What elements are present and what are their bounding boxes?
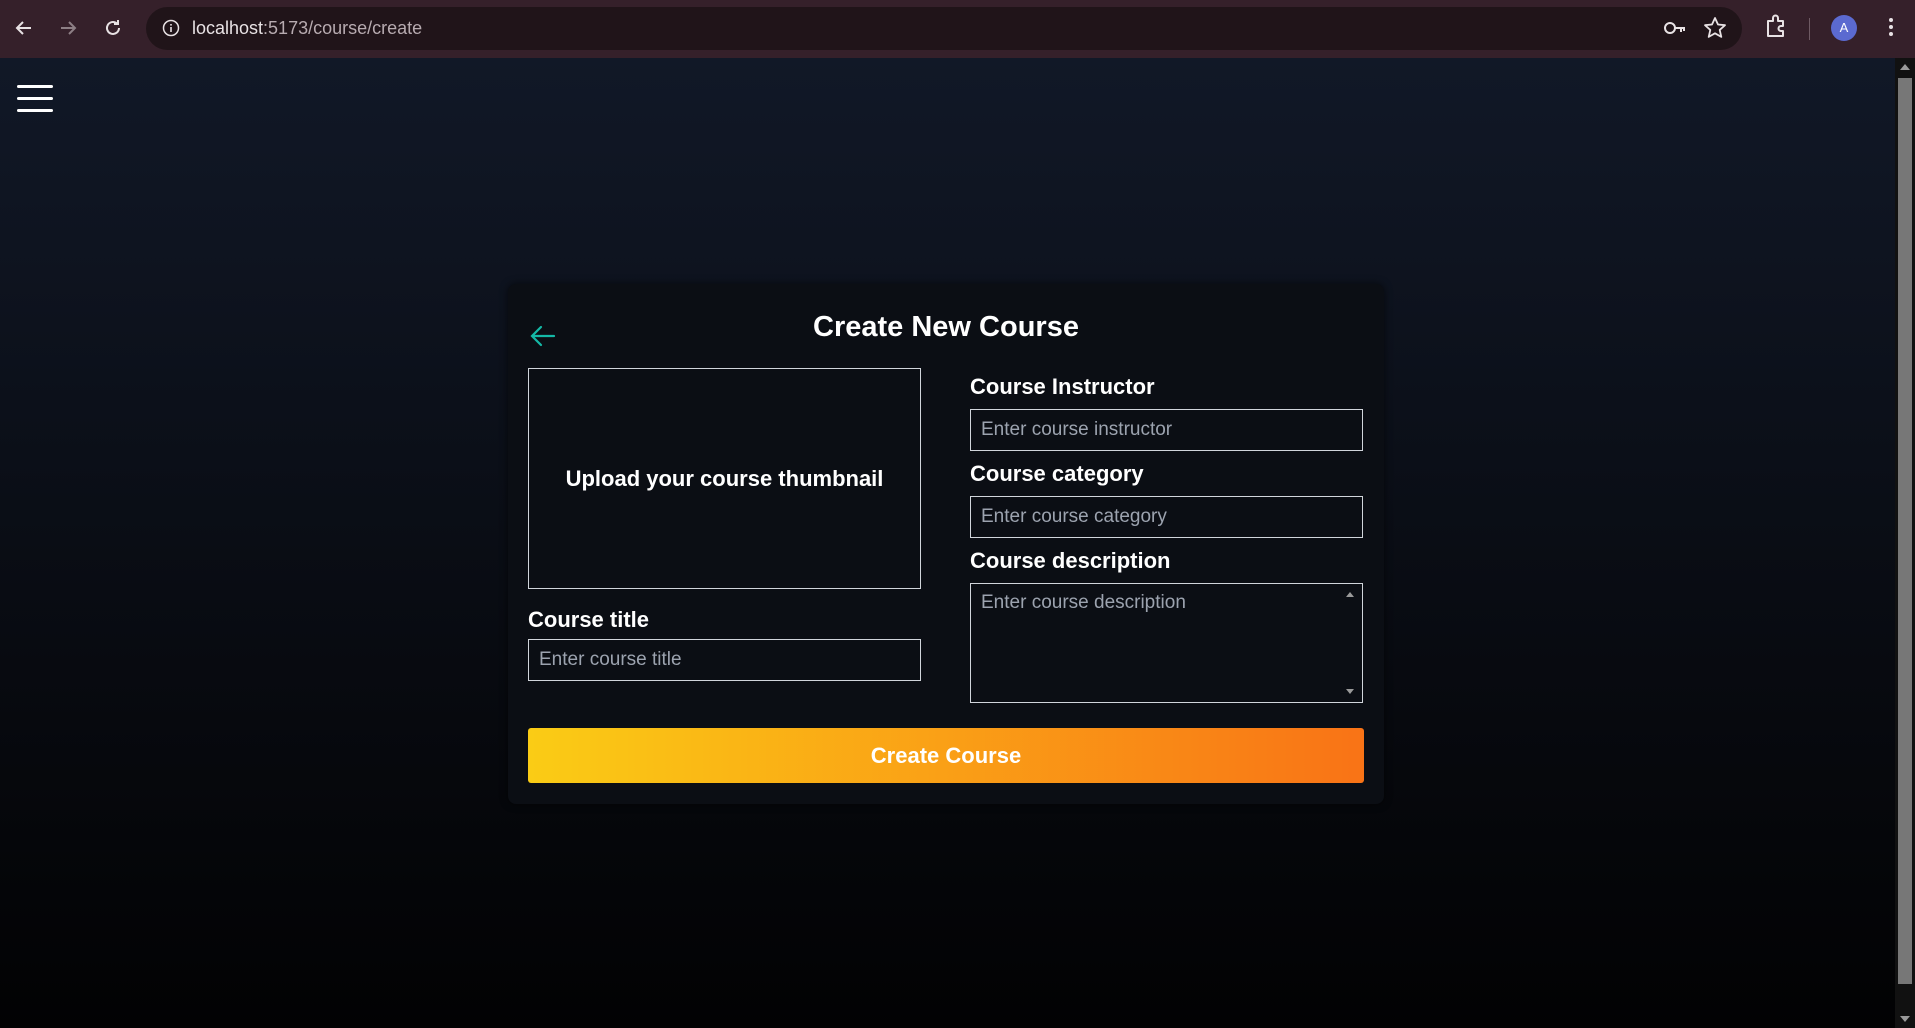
site-info-button[interactable]	[156, 13, 186, 43]
password-key-button[interactable]	[1662, 15, 1688, 41]
course-instructor-label: Course Instructor	[970, 374, 1155, 399]
course-category-label: Course category	[970, 461, 1144, 486]
url-path: :5173/course/create	[263, 18, 423, 38]
create-course-button[interactable]: Create Course	[528, 728, 1364, 783]
course-instructor-input[interactable]	[970, 409, 1363, 451]
thumbnail-upload-label: Upload your course thumbnail	[565, 465, 884, 491]
key-icon	[1664, 22, 1685, 34]
scroll-down-icon[interactable]	[1900, 1016, 1910, 1022]
page-viewport: Create New Course Upload your course thu…	[0, 58, 1895, 1028]
create-course-card: Create New Course Upload your course thu…	[508, 284, 1384, 804]
thumbnail-upload[interactable]: Upload your course thumbnail	[528, 368, 921, 589]
reload-icon	[106, 20, 120, 35]
arrow-left-icon	[15, 21, 31, 35]
textarea-scroll-down-icon[interactable]	[1346, 689, 1354, 694]
page-scrollbar[interactable]	[1895, 58, 1915, 1028]
page-title: Create New Course	[813, 311, 1079, 343]
extensions-button[interactable]	[1762, 12, 1792, 42]
url-text: localhost:5173/course/create	[192, 7, 422, 50]
course-category-input[interactable]	[970, 496, 1363, 538]
forward-nav-button[interactable]	[52, 12, 84, 44]
reload-button[interactable]	[97, 12, 129, 44]
hamburger-menu-icon[interactable]	[17, 85, 53, 113]
url-host: localhost	[192, 18, 264, 38]
puzzle-icon	[1767, 14, 1784, 37]
textarea-scroll-up-icon[interactable]	[1346, 592, 1354, 597]
arrow-right-icon	[61, 21, 77, 35]
bookmark-button[interactable]	[1702, 15, 1728, 41]
profile-avatar[interactable]: A	[1831, 15, 1857, 41]
kebab-menu-icon	[1889, 18, 1893, 36]
scrollbar-thumb[interactable]	[1898, 78, 1912, 984]
course-title-input[interactable]	[528, 639, 921, 681]
browser-toolbar: localhost:5173/course/create A	[0, 0, 1915, 58]
browser-menu-button[interactable]	[1876, 12, 1906, 42]
toolbar-divider	[1809, 18, 1810, 40]
back-nav-button[interactable]	[8, 12, 40, 44]
course-description-label: Course description	[970, 548, 1171, 573]
course-description-textarea[interactable]	[970, 583, 1363, 703]
address-bar[interactable]: localhost:5173/course/create	[146, 7, 1742, 50]
star-icon	[1704, 17, 1726, 38]
course-title-label: Course title	[528, 607, 650, 632]
info-icon	[162, 19, 180, 37]
scroll-up-icon[interactable]	[1900, 64, 1910, 70]
